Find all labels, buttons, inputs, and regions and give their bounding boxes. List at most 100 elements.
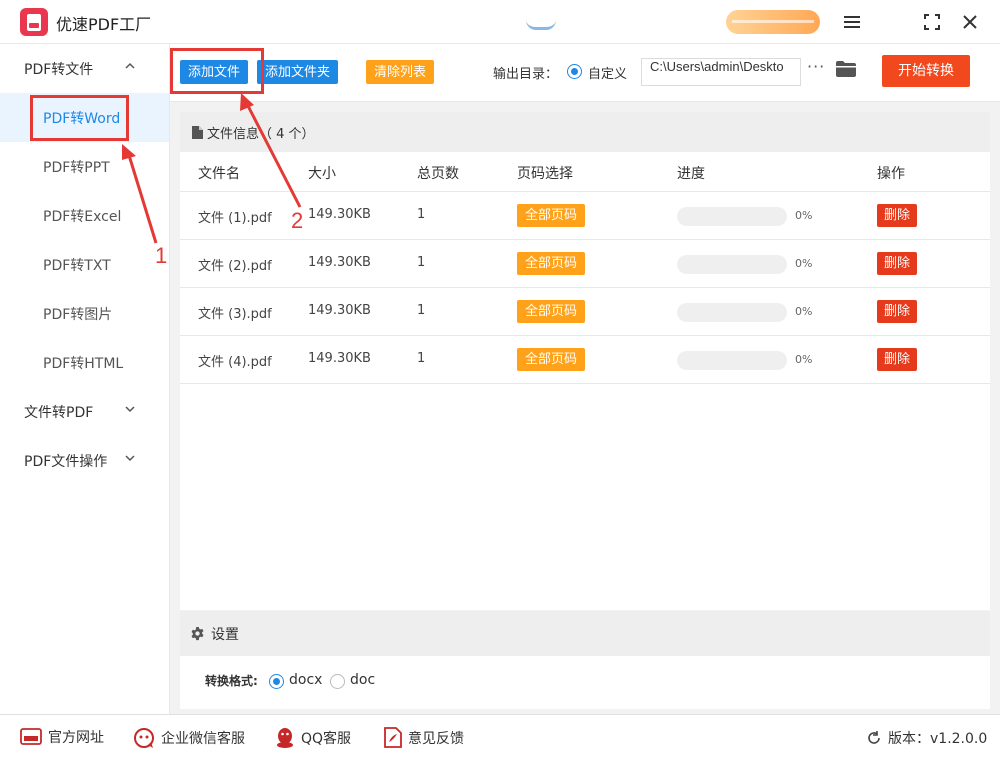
file-size: 149.30KB	[308, 207, 371, 222]
settings-title: 设置	[211, 626, 239, 643]
sidebar-item-label: PDF转TXT	[43, 257, 111, 274]
title-bar: 优速PDF工厂	[0, 0, 1000, 44]
custom-dir-radio[interactable]	[567, 64, 582, 79]
feedback-icon	[384, 727, 402, 748]
file-pages: 1	[417, 255, 426, 270]
file-pages: 1	[417, 303, 426, 318]
col-progress: 进度	[677, 166, 705, 182]
table-row: 文件 (4).pdf 149.30KB 1 全部页码 0% 删除	[180, 336, 990, 384]
sidebar-group-pdf-operations[interactable]: PDF文件操作	[0, 436, 169, 485]
file-name: 文件 (1).pdf	[198, 211, 272, 226]
output-dir-label: 输出目录：	[493, 67, 559, 82]
delete-button[interactable]: 删除	[877, 348, 918, 371]
feedback-link[interactable]: 意见反馈	[384, 727, 464, 748]
settings-header: 设置	[180, 611, 990, 656]
annotation-number-2: 2	[291, 208, 304, 233]
menu-icon[interactable]	[840, 10, 864, 34]
doc-label[interactable]: doc	[350, 672, 375, 688]
clear-list-button[interactable]: 清除列表	[366, 60, 435, 84]
settings-body: 转换格式: docx doc	[180, 656, 990, 709]
qq-icon	[277, 728, 293, 748]
version-info: 版本：v1.2.0.0	[866, 728, 987, 748]
file-name: 文件 (2).pdf	[198, 259, 272, 274]
progress-text: 0%	[795, 353, 813, 366]
col-size: 大小	[308, 166, 336, 182]
sidebar-item-pdf-to-html[interactable]: PDF转HTML	[0, 338, 169, 387]
col-action: 操作	[877, 166, 905, 182]
delete-button[interactable]: 删除	[877, 204, 918, 227]
sidebar: PDF转文件 PDF转Word PDF转PPT PDF转Excel PDF转TX…	[0, 44, 170, 714]
progress-bar	[677, 207, 787, 226]
docx-radio[interactable]	[269, 674, 284, 689]
wechat-icon	[134, 728, 154, 748]
sidebar-item-pdf-to-ppt[interactable]: PDF转PPT	[0, 142, 169, 191]
docx-label[interactable]: docx	[289, 672, 322, 688]
sidebar-group-label: 文件转PDF	[24, 404, 94, 421]
settings-panel: 设置 转换格式: docx doc	[180, 611, 990, 709]
app-title: 优速PDF工厂	[56, 15, 152, 34]
progress-text: 0%	[795, 257, 813, 270]
avatar	[526, 12, 556, 30]
more-options-button[interactable]: ···	[807, 57, 825, 76]
sidebar-item-pdf-to-image[interactable]: PDF转图片	[0, 289, 169, 338]
page-select-button[interactable]: 全部页码	[517, 252, 586, 275]
start-convert-button[interactable]: 开始转换	[882, 55, 970, 87]
file-panel-title: 文件信息（ 4 个）	[207, 126, 315, 142]
close-icon[interactable]	[958, 10, 982, 34]
file-size: 149.30KB	[308, 255, 371, 270]
file-info-panel: 文件信息（ 4 个） 文件名 大小 总页数 页码选择 进度 操作 文件 (1).…	[180, 112, 990, 610]
add-folder-button[interactable]: 添加文件夹	[257, 60, 339, 84]
col-pages: 总页数	[417, 166, 459, 182]
file-pages: 1	[417, 207, 426, 222]
delete-button[interactable]: 删除	[877, 300, 918, 323]
sidebar-item-label: PDF转HTML	[43, 355, 124, 372]
maximize-icon[interactable]	[920, 10, 944, 34]
official-website-link[interactable]: 官方网址	[20, 727, 104, 747]
vip-badge[interactable]	[726, 10, 820, 34]
progress-bar	[677, 351, 787, 370]
file-name: 文件 (4).pdf	[198, 355, 272, 370]
progress-bar	[677, 255, 787, 274]
annotation-box-2	[170, 48, 264, 94]
chevron-up-icon	[125, 62, 135, 69]
app-logo-icon	[20, 8, 48, 36]
progress-text: 0%	[795, 305, 813, 318]
version-text: 版本：v1.2.0.0	[888, 731, 988, 747]
page-select-button[interactable]: 全部页码	[517, 300, 586, 323]
file-size: 149.30KB	[308, 351, 371, 366]
wechat-support-link[interactable]: 企业微信客服	[133, 727, 245, 749]
sidebar-group-label: PDF文件操作	[24, 453, 108, 470]
sidebar-item-pdf-to-excel[interactable]: PDF转Excel	[0, 191, 169, 240]
footer: 官方网址 企业微信客服 QQ客服 意见反馈 版本：v1.2.0.0	[0, 714, 1000, 760]
sidebar-group-pdf-to-file[interactable]: PDF转文件	[0, 44, 169, 93]
sidebar-item-pdf-to-txt[interactable]: PDF转TXT	[0, 240, 169, 289]
qq-support-link[interactable]: QQ客服	[275, 727, 351, 749]
refresh-icon	[868, 731, 880, 744]
folder-icon[interactable]	[836, 61, 856, 77]
sidebar-group-file-to-pdf[interactable]: 文件转PDF	[0, 387, 169, 436]
output-path-field[interactable]: C:\Users\admin\Deskto	[641, 58, 801, 86]
file-icon	[192, 125, 203, 139]
annotation-number-1: 1	[155, 243, 168, 268]
sidebar-item-label: PDF转图片	[43, 306, 113, 323]
toolbar: 添加文件 添加文件夹 清除列表 输出目录： 自定义 C:\Users\admin…	[170, 44, 1000, 102]
format-label: 转换格式:	[205, 674, 258, 688]
file-panel-header: 文件信息（ 4 个）	[180, 112, 990, 152]
table-header: 文件名 大小 总页数 页码选择 进度 操作	[180, 152, 990, 192]
page-select-button[interactable]: 全部页码	[517, 204, 586, 227]
doc-radio[interactable]	[330, 674, 345, 689]
col-filename: 文件名	[198, 166, 240, 182]
delete-button[interactable]: 删除	[877, 252, 918, 275]
custom-dir-label: 自定义	[588, 67, 628, 82]
table-row: 文件 (2).pdf 149.30KB 1 全部页码 0% 删除	[180, 240, 990, 288]
website-icon	[20, 728, 42, 745]
user-account[interactable]	[526, 10, 706, 32]
chevron-down-icon	[125, 406, 135, 413]
file-size: 149.30KB	[308, 303, 371, 318]
page-select-button[interactable]: 全部页码	[517, 348, 586, 371]
sidebar-item-label: PDF转PPT	[43, 159, 110, 176]
gear-icon	[191, 626, 204, 641]
chevron-down-icon	[125, 455, 135, 462]
file-pages: 1	[417, 351, 426, 366]
col-page-select: 页码选择	[517, 166, 573, 182]
